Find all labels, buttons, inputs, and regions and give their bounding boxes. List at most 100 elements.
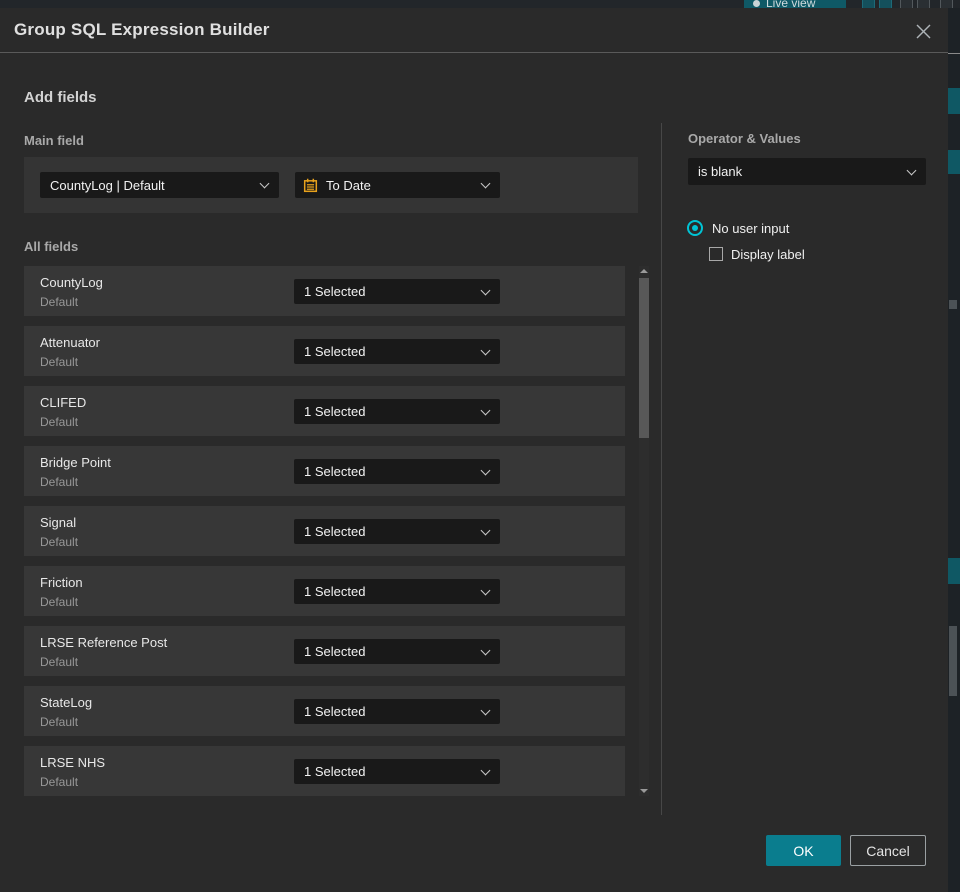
chevron-down-icon [480,765,491,775]
selected-count-label: 1 Selected [304,284,366,299]
live-view-label: Live view [766,0,816,8]
field-subtitle: Default [40,415,79,429]
main-field-select-value: CountyLog | Default [50,177,165,193]
toolbar-button-icon[interactable] [940,0,953,8]
field-selected-dropdown[interactable]: 1 Selected [294,759,500,784]
main-field-container: CountyLog | Default To Date [24,157,638,213]
ok-button[interactable]: OK [766,835,841,866]
scroll-up-arrow-icon[interactable] [640,269,648,273]
background-app-top-strip: Live view [0,0,960,8]
selected-count-label: 1 Selected [304,644,366,659]
field-name: LRSE NHS [40,755,106,770]
field-row-statelog: StateLog Default 1 Selected [24,686,625,736]
field-selected-dropdown[interactable]: 1 Selected [294,279,500,304]
field-row-attenuator: Attenuator Default 1 Selected [24,326,625,376]
radio-selected-dot-icon [692,225,698,231]
selected-count-label: 1 Selected [304,584,366,599]
field-subtitle: Default [40,475,79,489]
background-gray-fragment [949,626,957,696]
selected-count-label: 1 Selected [304,404,366,419]
field-row-signal: Signal Default 1 Selected [24,506,625,556]
field-subtitle: Default [40,595,79,609]
screen: Live view Group SQL Expression Builder A… [0,0,960,892]
chevron-down-icon [480,705,491,715]
cancel-button[interactable]: Cancel [850,835,926,866]
field-subtitle: Default [40,655,79,669]
field-name: Bridge Point [40,455,111,470]
close-button[interactable] [910,18,936,44]
no-user-input-radio[interactable] [687,220,703,236]
display-label-checkbox[interactable] [709,247,723,261]
field-selected-dropdown[interactable]: 1 Selected [294,579,500,604]
field-selected-dropdown[interactable]: 1 Selected [294,399,500,424]
background-app-right-strip [948,8,960,892]
field-selected-dropdown[interactable]: 1 Selected [294,639,500,664]
group-sql-expression-builder-dialog: Group SQL Expression Builder Add fields … [0,8,948,892]
no-user-input-label: No user input [712,221,790,236]
chevron-down-icon [480,465,491,475]
field-row-friction: Friction Default 1 Selected [24,566,625,616]
field-row-bridge-point: Bridge Point Default 1 Selected [24,446,625,496]
field-name: Friction [40,575,83,590]
operator-values-label: Operator & Values [688,131,801,146]
field-row-lrse-nhs: LRSE NHS Default 1 Selected [24,746,625,796]
scroll-down-arrow-icon[interactable] [640,789,648,793]
field-subtitle: Default [40,715,79,729]
field-name: CLIFED [40,395,87,410]
field-name: CountyLog [40,275,103,290]
field-subtitle: Default [40,775,79,789]
dialog-titlebar: Group SQL Expression Builder [0,8,948,52]
chevron-down-icon [480,285,491,295]
operator-select[interactable]: is blank [688,158,926,185]
field-subtitle: Default [40,535,79,549]
selected-count-label: 1 Selected [304,524,366,539]
all-fields-label: All fields [24,239,79,254]
live-indicator-dot-icon [753,0,760,7]
list-scrollbar[interactable] [639,266,649,796]
chevron-down-icon [480,645,491,655]
close-icon [916,24,930,38]
calendar-icon [303,178,318,193]
chevron-down-icon [480,405,491,415]
title-divider [0,52,948,53]
field-row-lrse-reference-post: LRSE Reference Post Default 1 Selected [24,626,625,676]
toolbar-button-icon[interactable] [862,0,875,8]
chevron-down-icon [906,165,917,175]
chevron-down-icon [259,178,270,189]
dialog-title: Group SQL Expression Builder [14,20,270,39]
main-field-date-value: To Date [326,177,371,193]
display-label-text: Display label [731,247,805,262]
chevron-down-icon [480,178,491,189]
background-gray-fragment [949,300,957,309]
main-field-date-select[interactable]: To Date [295,172,500,198]
main-field-select[interactable]: CountyLog | Default [40,172,279,198]
background-teal-fragment [948,150,960,174]
selected-count-label: 1 Selected [304,344,366,359]
field-selected-dropdown[interactable]: 1 Selected [294,519,500,544]
background-teal-fragment [948,88,960,114]
operator-select-value: is blank [698,164,743,179]
add-fields-heading: Add fields [24,89,97,106]
background-teal-fragment [948,558,960,584]
live-view-button[interactable]: Live view [744,0,846,8]
chevron-down-icon [480,585,491,595]
panel-divider [661,123,662,815]
field-row-clifed: CLIFED Default 1 Selected [24,386,625,436]
toolbar-button-icon[interactable] [900,0,913,8]
field-subtitle: Default [40,295,79,309]
scrollbar-thumb[interactable] [639,278,649,438]
field-subtitle: Default [40,355,79,369]
toolbar-button-icon[interactable] [917,0,930,8]
toolbar-button-icon[interactable] [879,0,892,8]
chevron-down-icon [480,525,491,535]
field-selected-dropdown[interactable]: 1 Selected [294,459,500,484]
field-name: StateLog [40,695,93,710]
selected-count-label: 1 Selected [304,704,366,719]
field-selected-dropdown[interactable]: 1 Selected [294,699,500,724]
background-divider [948,53,960,54]
selected-count-label: 1 Selected [304,464,366,479]
field-name: LRSE Reference Post [40,635,168,650]
chevron-down-icon [480,345,491,355]
field-selected-dropdown[interactable]: 1 Selected [294,339,500,364]
field-row-countylog: CountyLog Default 1 Selected [24,266,625,316]
